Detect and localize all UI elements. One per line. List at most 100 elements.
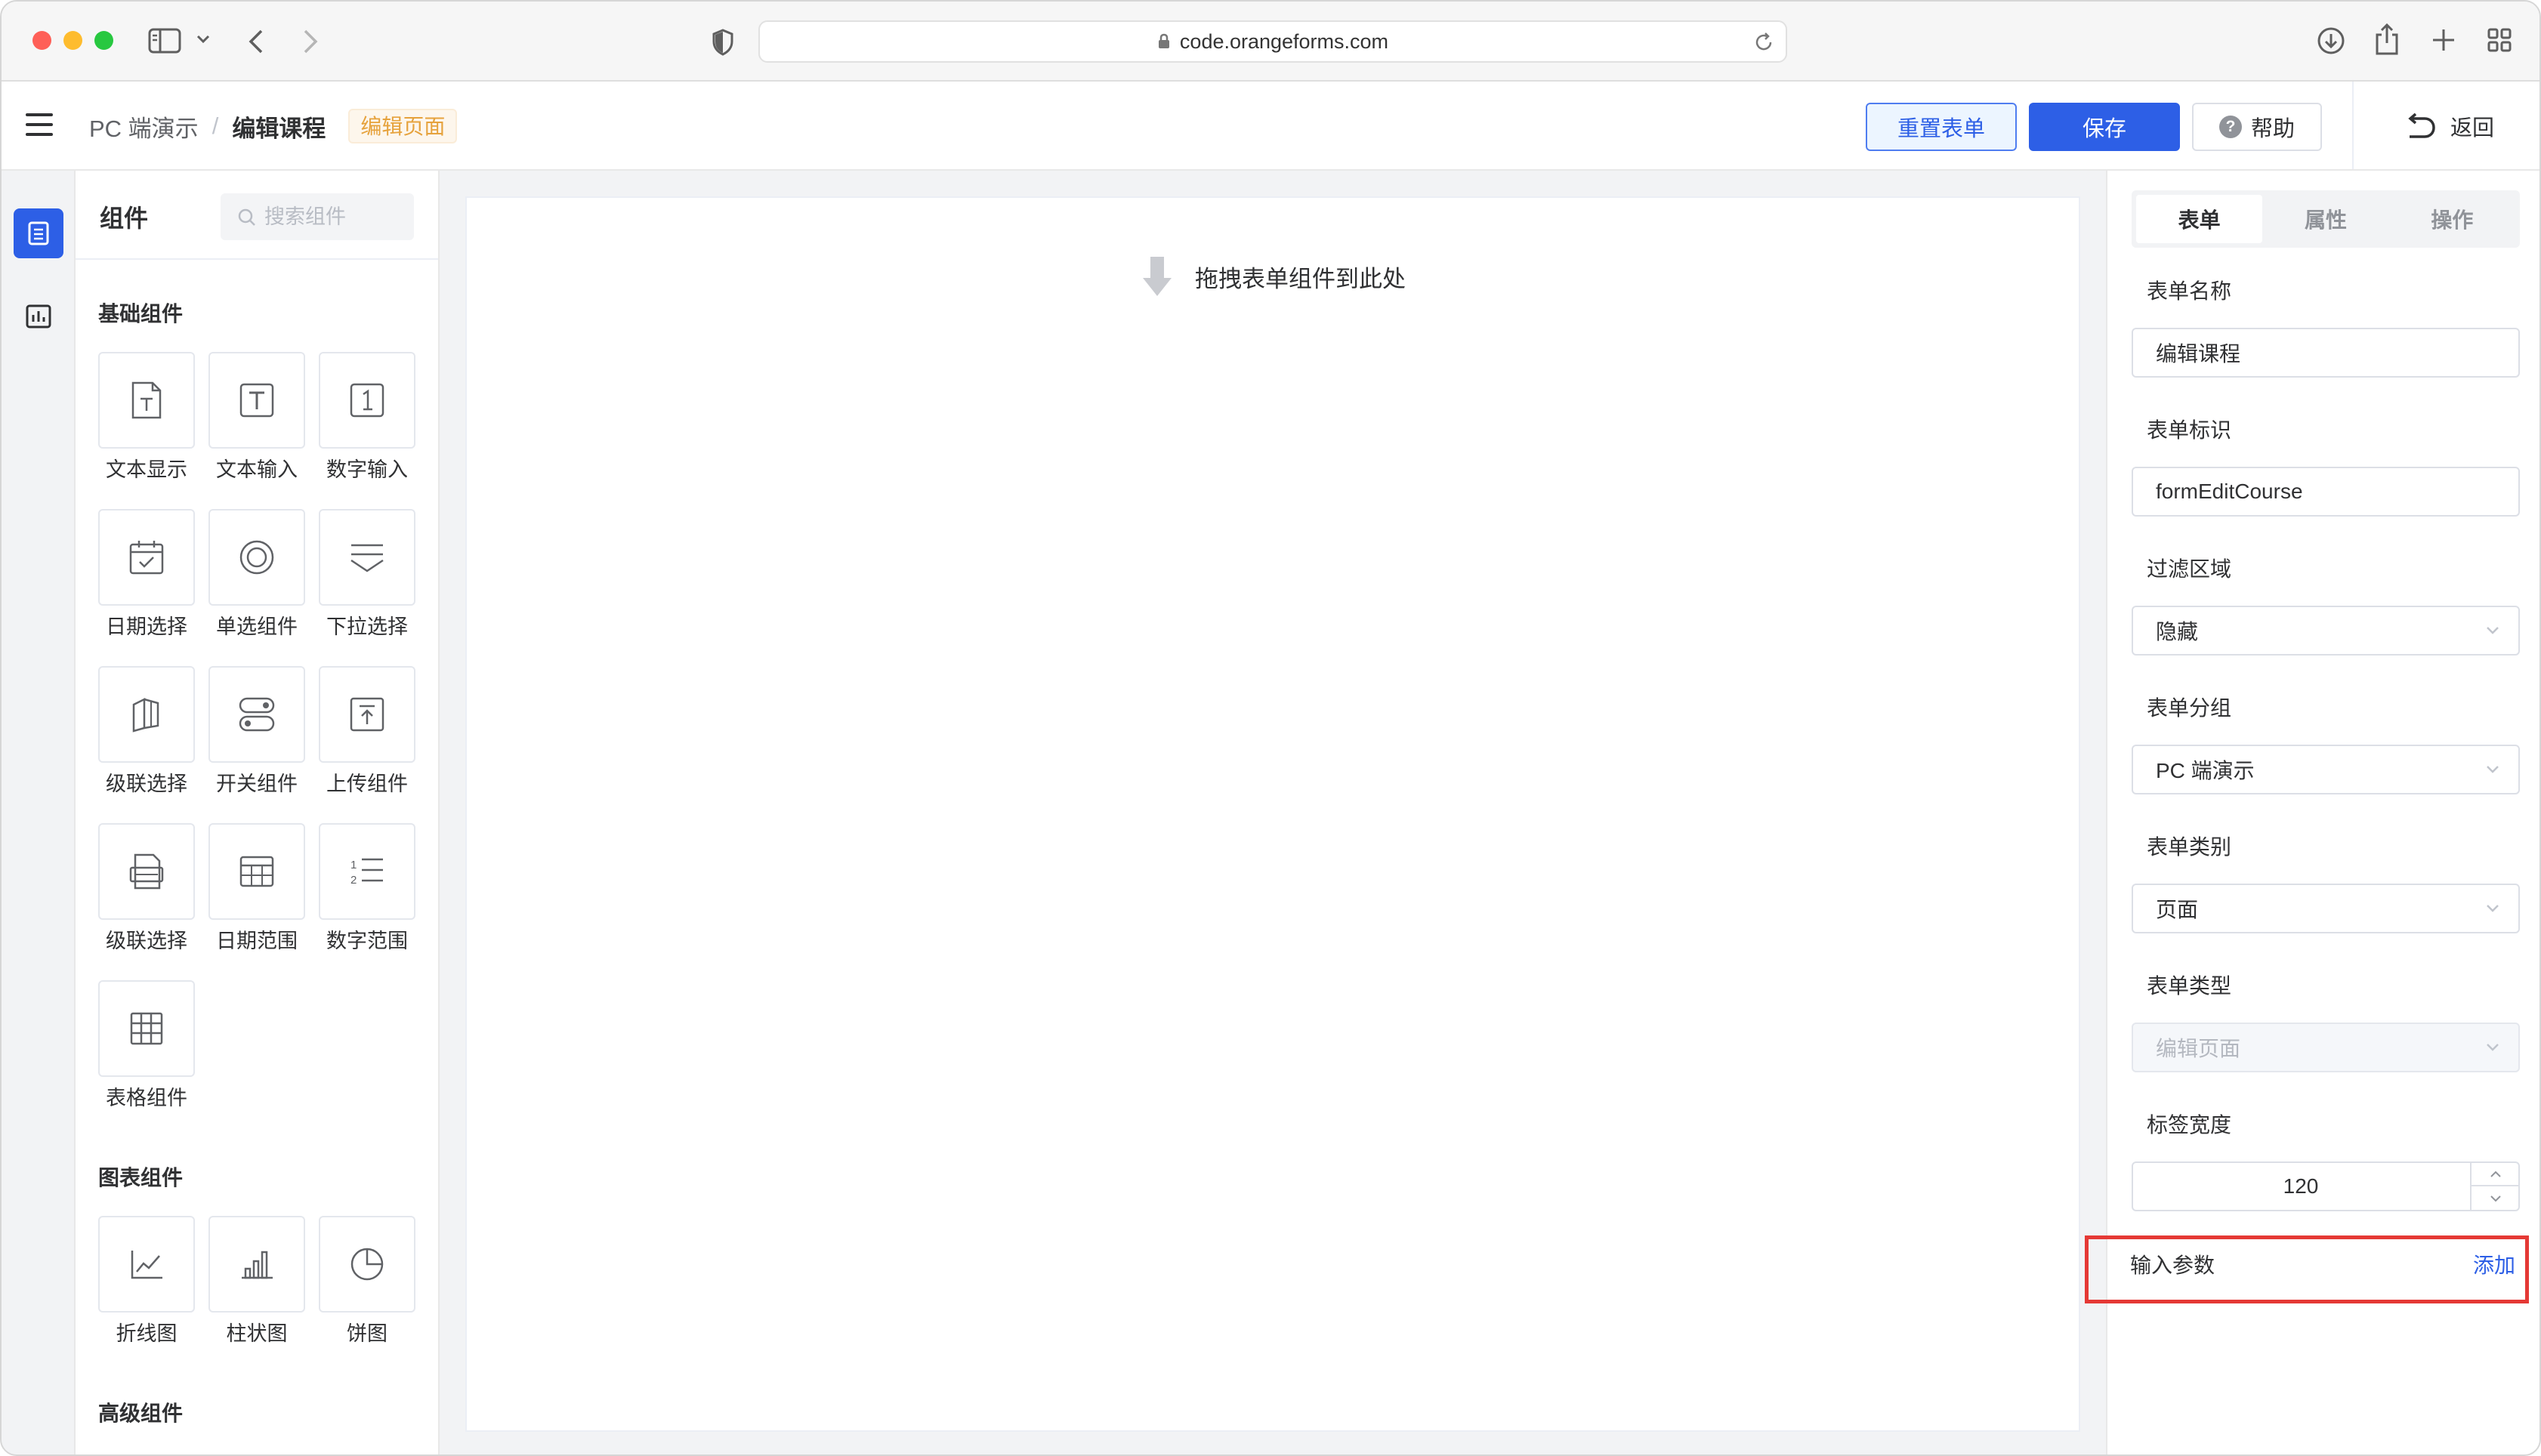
chevron-down-icon[interactable] <box>196 35 210 44</box>
component-table[interactable]: 表格组件 <box>98 980 195 1110</box>
share-icon[interactable] <box>2373 23 2401 56</box>
tab-attributes[interactable]: 属性 <box>2262 195 2388 243</box>
download-icon[interactable] <box>2316 26 2346 56</box>
form-canvas[interactable]: 拖拽表单组件到此处 <box>465 196 2080 1432</box>
form-id-input[interactable]: formEditCourse <box>2132 467 2520 517</box>
help-button-label: 帮助 <box>2250 117 2295 141</box>
calendar-icon <box>129 541 164 575</box>
help-button[interactable]: ? 帮助 <box>2192 103 2322 151</box>
lock-icon <box>1158 33 1169 48</box>
property-tabs: 表单 属性 操作 <box>2132 190 2520 248</box>
component-label: 饼图 <box>347 1322 387 1345</box>
upload-icon <box>350 697 384 732</box>
component-date-picker[interactable]: 日期选择 <box>98 509 195 639</box>
tab-form[interactable]: 表单 <box>2136 195 2263 243</box>
reset-form-button[interactable]: 重置表单 <box>1866 103 2017 151</box>
menu-toggle-icon[interactable] <box>26 113 53 136</box>
breadcrumb-current-page: 编辑课程 <box>232 115 326 142</box>
date-range-icon <box>239 856 274 887</box>
palette-header: 组件 <box>76 171 438 260</box>
form-id-label: 表单标识 <box>2147 418 2232 442</box>
maximize-window-button[interactable] <box>94 31 113 50</box>
form-name-value: 编辑课程 <box>2156 342 2241 366</box>
component-dropdown[interactable]: 下拉选择 <box>319 509 415 639</box>
sidebar-toggle-icon[interactable] <box>148 27 181 54</box>
filter-area-select[interactable]: 隐藏 <box>2132 606 2520 656</box>
chevron-down-icon <box>2487 905 2499 912</box>
header-divider <box>2352 82 2354 169</box>
rich-text-icon <box>129 853 164 890</box>
component-label: 文本显示 <box>106 458 187 481</box>
form-category-select[interactable]: 页面 <box>2132 884 2520 933</box>
component-label: 日期范围 <box>216 930 298 952</box>
reload-icon[interactable] <box>1752 31 1775 54</box>
section-title-basic: 基础组件 <box>98 302 184 325</box>
line-chart-icon <box>131 1251 162 1279</box>
component-label: 级联选择 <box>106 930 187 952</box>
browser-window: code.orangeforms.com PC 端演示 / 编辑课程 编辑页面 … <box>0 0 2541 1456</box>
component-label: 开关组件 <box>216 773 298 795</box>
stepper-buttons <box>2470 1163 2520 1210</box>
form-name-label: 表单名称 <box>2147 279 2232 303</box>
component-date-range[interactable]: 日期范围 <box>208 823 305 953</box>
decrement-button[interactable] <box>2472 1186 2520 1210</box>
number-input-icon <box>350 383 384 418</box>
rail-item-chart[interactable] <box>14 292 63 341</box>
new-tab-icon[interactable] <box>2431 27 2456 53</box>
component-bar-chart[interactable]: 柱状图 <box>208 1216 305 1346</box>
label-width-stepper[interactable]: 120 <box>2132 1161 2520 1211</box>
pie-chart-icon <box>350 1248 384 1281</box>
component-label: 级联选择 <box>106 773 187 795</box>
component-palette: 组件 基础组件 文本显示 文本输入 数字输入 日期选择 单选组件 下拉选 <box>76 171 440 1454</box>
component-label: 单选组件 <box>216 615 298 638</box>
component-rich-text[interactable]: 级联选择 <box>98 823 195 953</box>
component-switch[interactable]: 开关组件 <box>208 666 305 796</box>
save-button[interactable]: 保存 <box>2029 103 2180 151</box>
component-number-input[interactable]: 数字输入 <box>319 352 415 482</box>
label-width-value[interactable]: 120 <box>2133 1163 2468 1210</box>
form-group-select[interactable]: PC 端演示 <box>2132 745 2520 794</box>
filter-area-label: 过滤区域 <box>2147 557 2232 581</box>
component-radio[interactable]: 单选组件 <box>208 509 305 639</box>
input-params-label: 输入参数 <box>2130 1254 2215 1277</box>
breadcrumb-link-project[interactable]: PC 端演示 <box>89 110 199 143</box>
back-button[interactable]: 返回 <box>2404 109 2494 143</box>
shield-icon[interactable] <box>712 29 734 56</box>
chevron-down-icon <box>2487 766 2499 773</box>
section-title-advanced: 高级组件 <box>98 1402 184 1425</box>
form-group-label: 表单分组 <box>2147 696 2232 720</box>
tab-actions[interactable]: 操作 <box>2389 195 2515 243</box>
component-label: 数字范围 <box>326 930 408 952</box>
component-pie-chart[interactable]: 饼图 <box>319 1216 415 1346</box>
component-line-chart[interactable]: 折线图 <box>98 1216 195 1346</box>
close-window-button[interactable] <box>32 31 51 50</box>
rail-item-form[interactable] <box>14 208 63 258</box>
palette-title: 组件 <box>100 205 149 232</box>
table-icon <box>130 1012 163 1045</box>
form-type-select: 编辑页面 <box>2132 1023 2520 1072</box>
minimize-window-button[interactable] <box>63 31 82 50</box>
bar-chart-icon <box>242 1251 273 1279</box>
svg-text:1: 1 <box>350 859 357 871</box>
form-name-input[interactable]: 编辑课程 <box>2132 328 2520 378</box>
component-text-display[interactable]: 文本显示 <box>98 352 195 482</box>
breadcrumb-separator: / <box>211 113 219 139</box>
address-bar[interactable]: code.orangeforms.com <box>758 20 1787 63</box>
back-button-label: 返回 <box>2450 116 2495 140</box>
component-label: 上传组件 <box>326 773 408 795</box>
increment-button[interactable] <box>2472 1163 2520 1186</box>
tab-overview-icon[interactable] <box>2487 27 2512 53</box>
undo-arrow-icon <box>2408 113 2435 138</box>
form-category-label: 表单类别 <box>2147 835 2232 859</box>
forward-arrow-icon[interactable] <box>302 29 319 54</box>
back-arrow-icon[interactable] <box>248 29 264 54</box>
component-label: 数字输入 <box>326 458 408 481</box>
form-id-value: formEditCourse <box>2156 480 2303 503</box>
component-cascader[interactable]: 级联选择 <box>98 666 195 796</box>
component-number-range[interactable]: 12 数字范围 <box>319 823 415 953</box>
add-input-param-link[interactable]: 添加 <box>2473 1249 2515 1279</box>
component-text-input[interactable]: 文本输入 <box>208 352 305 482</box>
section-title-charts: 图表组件 <box>98 1166 184 1189</box>
form-type-value: 编辑页面 <box>2156 1037 2241 1060</box>
component-upload[interactable]: 上传组件 <box>319 666 415 796</box>
